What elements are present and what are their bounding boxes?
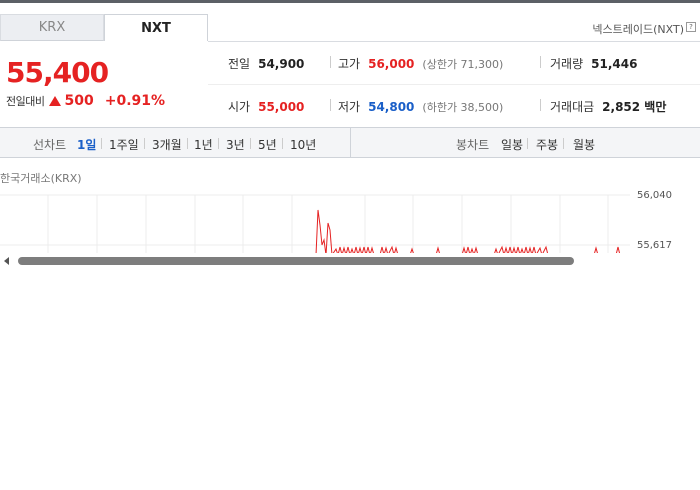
stats-panel: 전일 54,900 고가 56,000 (상한가 71,300) 거래량 51,…	[208, 42, 700, 126]
scroll-thumb[interactable]	[18, 257, 574, 265]
current-price: 55,400	[6, 56, 109, 89]
period-3m[interactable]: 3개월	[152, 136, 182, 153]
divider	[218, 138, 219, 149]
stat-high: 고가 56,000 (상한가 71,300)	[338, 55, 503, 72]
stat-label: 저가	[338, 100, 361, 114]
period-5y[interactable]: 5년	[258, 136, 277, 153]
row-divider	[208, 84, 700, 85]
period-10y[interactable]: 10년	[290, 136, 316, 153]
divider	[330, 99, 331, 111]
stat-value: 55,000	[258, 100, 305, 114]
stat-low: 저가 54,800 (하한가 38,500)	[338, 98, 503, 115]
help-icon[interactable]: ?	[686, 22, 696, 32]
chart-svg	[0, 194, 630, 255]
tab-krx[interactable]: KRX	[0, 14, 104, 41]
divider	[144, 138, 145, 149]
period-1d[interactable]: 1일	[77, 136, 96, 153]
period-1w[interactable]: 1주일	[109, 136, 139, 153]
divider	[101, 138, 102, 149]
change-label: 전일대비	[6, 95, 45, 108]
divider	[540, 99, 541, 111]
price-change-row: 전일대비 500 +0.91%	[6, 93, 165, 109]
up-triangle-icon	[49, 96, 62, 106]
gridlines	[0, 194, 630, 255]
candle-chart-label: 봉차트	[456, 138, 490, 152]
stat-prev-close: 전일 54,900	[228, 55, 304, 72]
stat-value: 54,900	[258, 57, 305, 71]
divider	[527, 138, 528, 149]
stat-label: 시가	[228, 100, 251, 114]
candle-weekly[interactable]: 주봉	[536, 136, 558, 153]
tab-nxt[interactable]: NXT	[104, 14, 208, 41]
stat-value: 2,852 백만	[602, 100, 667, 114]
chart-scrollbar[interactable]	[0, 253, 700, 268]
stat-label: 전일	[228, 57, 251, 71]
divider	[330, 56, 331, 68]
source-label: 넥스트레이드(NXT)	[592, 23, 684, 36]
price-line	[315, 209, 621, 255]
y-tick-label: 55,617	[637, 240, 672, 251]
chart-period-bar: 선차트 1일 1주일 3개월 1년 3년 5년 10년 봉차트 일봉 주봉 월봉	[0, 127, 700, 158]
market-tabs: KRX NXT	[0, 14, 208, 42]
chart-title: 한국거래소(KRX)	[0, 172, 82, 185]
change-amount: 500	[64, 93, 94, 109]
stat-value: 54,800	[368, 100, 415, 114]
stat-sub: (하한가 38,500)	[422, 101, 504, 114]
intraday-chart: 56,040 55,617	[0, 185, 700, 255]
stat-value: 51,446	[591, 57, 638, 71]
divider	[282, 138, 283, 149]
stat-label: 거래대금	[550, 100, 595, 114]
divider	[563, 138, 564, 149]
candle-daily[interactable]: 일봉	[501, 136, 523, 153]
divider	[250, 138, 251, 149]
line-chart-label: 선차트	[33, 138, 67, 152]
y-tick-label: 56,040	[637, 190, 672, 201]
stat-label: 고가	[338, 57, 361, 71]
scroll-left-icon[interactable]	[4, 257, 9, 265]
period-separator	[350, 128, 351, 157]
stat-sub: (상한가 71,300)	[422, 58, 504, 71]
stat-open: 시가 55,000	[228, 98, 304, 115]
stat-volume: 거래량 51,446	[550, 55, 637, 72]
divider	[187, 138, 188, 149]
top-border	[0, 0, 700, 3]
candle-monthly[interactable]: 월봉	[573, 136, 595, 153]
period-1y[interactable]: 1년	[194, 136, 213, 153]
change-percent: +0.91%	[104, 93, 166, 109]
stat-label: 거래량	[550, 57, 584, 71]
stat-turnover: 거래대금 2,852 백만	[550, 98, 666, 115]
divider	[540, 56, 541, 68]
stat-value: 56,000	[368, 57, 415, 71]
period-3y[interactable]: 3년	[226, 136, 245, 153]
